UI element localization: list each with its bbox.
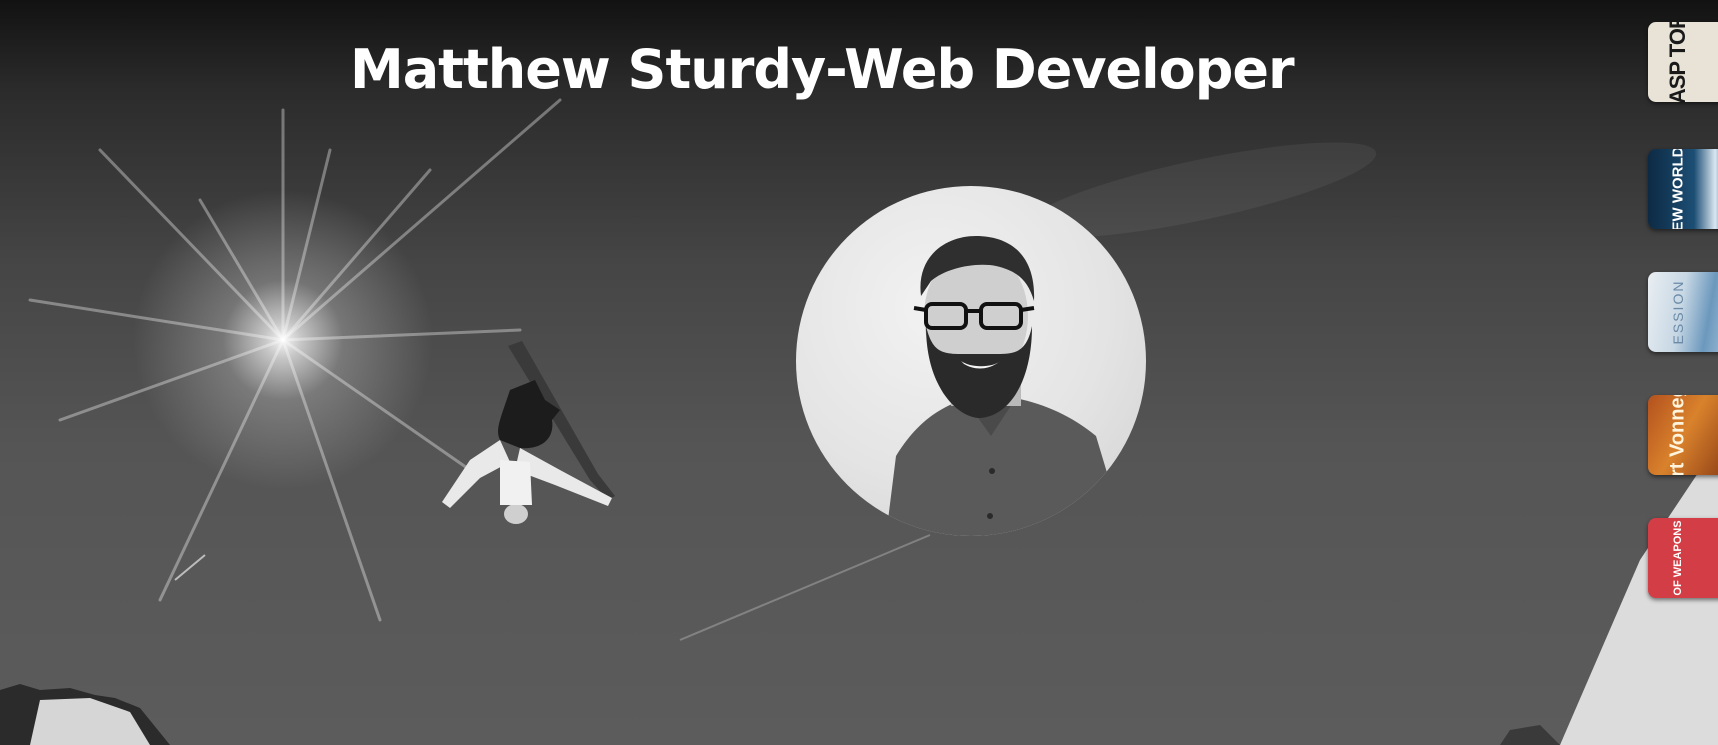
book-thumbnail-4[interactable]: Kurt Vonnegut: [1648, 395, 1718, 475]
book-thumbnail-5[interactable]: OF WEAPONS: [1648, 518, 1718, 598]
book-thumbnail-label: Kurt Vonnegut: [1666, 395, 1689, 475]
person-with-glasses-portrait-icon: [886, 236, 1126, 536]
book-thumbnail-label: ESSION: [1670, 279, 1686, 345]
profile-photo: [796, 186, 1146, 536]
snowboarder-figure: [442, 341, 615, 524]
book-thumbnail-3[interactable]: ESSION: [1648, 272, 1718, 352]
book-thumbnail-label: EW WORLD: [1669, 149, 1687, 229]
book-thumbnail-label: WASP TORY: [1665, 22, 1690, 102]
book-thumbnail-strip: WASP TORY EW WORLD ESSION Kurt Vonnegut …: [1648, 18, 1718, 618]
book-thumbnail-2[interactable]: EW WORLD: [1648, 149, 1718, 229]
page-title: Matthew Sturdy-Web Developer: [350, 38, 1295, 101]
book-thumbnail-1[interactable]: WASP TORY: [1648, 22, 1718, 102]
book-thumbnail-label: OF WEAPONS: [1672, 520, 1684, 596]
hero-section: Matthew Sturdy-Web Developer WASP TORY E…: [0, 0, 1718, 745]
